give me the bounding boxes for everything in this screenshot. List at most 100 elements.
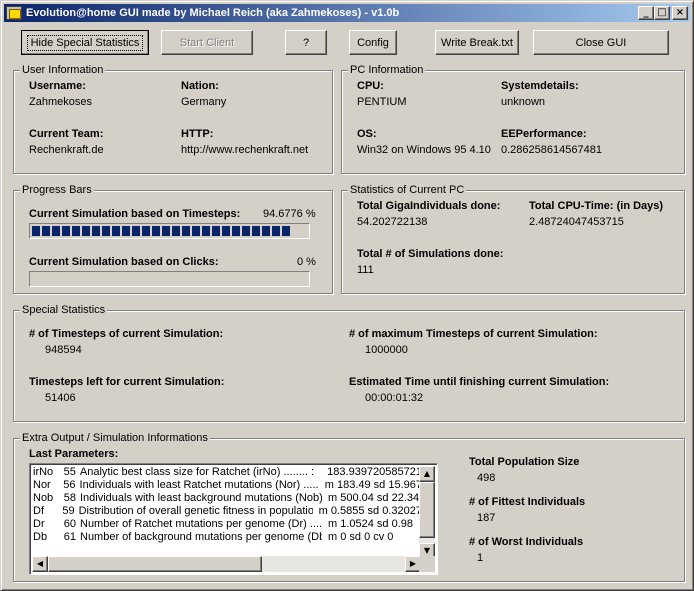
hide-special-statistics-button[interactable]: Hide Special Statistics (21, 30, 149, 55)
estimated-time-value: 00:00:01:32 (365, 392, 424, 404)
close-gui-label: Close GUI (575, 36, 627, 49)
list-item[interactable]: Db 61 Number of background mutations per g… (32, 531, 422, 544)
special-statistics-group: Special Statistics (13, 304, 685, 422)
progress-block (152, 226, 160, 236)
progress-block (222, 226, 230, 236)
progress-block (252, 226, 260, 236)
team-value: Rechenkraft.de (29, 144, 104, 156)
list-item[interactable]: Nob 58 Individuals with least background m… (32, 492, 422, 505)
worst-individuals-value: 1 (477, 552, 484, 564)
close-window-button[interactable]: × (672, 6, 688, 20)
cpu-value: PENTIUM (357, 96, 407, 108)
nation-label: Nation: (181, 80, 219, 92)
nation-value: Germany (181, 96, 227, 108)
clicks-progress-percent: 0 % (297, 256, 316, 268)
progress-block (82, 226, 90, 236)
extra-output-legend: Extra Output / Simulation Informations (20, 432, 210, 444)
param-code: Nob (33, 492, 54, 504)
worst-individuals-label: # of Worst Individuals (469, 536, 584, 548)
param-value: m 0.5855 sd 0.32027 (318, 505, 422, 517)
timesteps-current-label: # of Timesteps of current Simulation: (29, 328, 224, 340)
progress-block (52, 226, 60, 236)
param-number: 58 (63, 492, 76, 504)
pc-information-legend: PC Information (348, 64, 426, 76)
start-client-button[interactable]: Start Client (161, 30, 253, 55)
param-number: 59 (62, 505, 75, 517)
progress-block (182, 226, 190, 236)
progress-block (162, 226, 170, 236)
config-button[interactable]: Config (349, 30, 397, 55)
progress-block (212, 226, 220, 236)
timesteps-max-label: # of maximum Timesteps of current Simula… (349, 328, 598, 340)
vertical-scroll-thumb[interactable] (419, 482, 435, 538)
progress-bars-legend: Progress Bars (20, 184, 94, 196)
parameters-listbox[interactable]: irNo 55 Analytic best class size for Ratch… (29, 463, 438, 575)
app-icon[interactable] (6, 6, 22, 20)
http-value: http://www.rechenkraft.net (181, 144, 309, 156)
horizontal-scroll-thumb[interactable] (48, 556, 262, 572)
progress-block (32, 226, 40, 236)
progress-block (242, 226, 250, 236)
gigaindividuals-value: 54.202722138 (357, 216, 428, 228)
cpu-label: CPU: (357, 80, 384, 92)
help-label: ? (302, 36, 310, 49)
param-code: irNo (33, 466, 54, 478)
progress-block (62, 226, 70, 236)
systemdetails-value: unknown (501, 96, 546, 108)
param-number: 60 (63, 518, 76, 530)
param-number: 61 (63, 531, 76, 543)
param-value: m 1.0524 sd 0.98 (328, 518, 414, 530)
last-parameters-label: Last Parameters: (29, 448, 119, 460)
progress-block (262, 226, 270, 236)
vertical-scrollbar[interactable]: ▲ ▼ (419, 466, 435, 559)
config-label: Config (357, 36, 389, 49)
progress-block (172, 226, 180, 236)
progress-block (272, 226, 280, 236)
progress-block (102, 226, 110, 236)
timesteps-left-value: 51406 (45, 392, 76, 404)
param-code: Df (33, 505, 44, 517)
progress-block (192, 226, 200, 236)
list-item[interactable]: Dr 60 Number of Ratchet mutations per geno… (32, 518, 422, 531)
scroll-up-arrow-icon[interactable]: ▲ (419, 466, 435, 482)
param-number: 56 (63, 479, 76, 491)
parameters-list[interactable]: irNo 55 Analytic best class size for Ratch… (32, 466, 422, 559)
list-item[interactable]: Nor 56 Individuals with least Ratchet muta… (32, 479, 422, 492)
param-value: m 500.04 sd 22.34 (328, 492, 420, 504)
param-value: m 183.49 sd 15.967 (324, 479, 422, 491)
list-item[interactable]: irNo 55 Analytic best class size for Ratch… (32, 466, 422, 479)
user-information-legend: User Information (20, 64, 106, 76)
clicks-progress-bar (29, 271, 310, 287)
write-break-button[interactable]: Write Break.txt (435, 30, 519, 55)
maximize-button[interactable]: □ (654, 6, 670, 20)
progress-block (112, 226, 120, 236)
progress-block (72, 226, 80, 236)
param-code: Db (33, 531, 48, 543)
progress-block (132, 226, 140, 236)
systemdetails-label: Systemdetails: (501, 80, 579, 92)
param-code: Dr (33, 518, 45, 530)
param-code: Nor (33, 479, 51, 491)
http-label: HTTP: (181, 128, 214, 140)
list-item[interactable]: Df 59 Distribution of overall genetic fitn… (32, 505, 422, 518)
minimize-button[interactable]: _ (638, 6, 654, 20)
timesteps-current-value: 948594 (45, 344, 82, 356)
clicks-progress-fill (32, 274, 307, 284)
horizontal-scrollbar[interactable]: ◀ ▶ (32, 556, 421, 572)
title-bar[interactable]: Evolution@home GUI made by Michael Reich… (4, 4, 690, 22)
team-label: Current Team: (29, 128, 104, 140)
write-break-label: Write Break.txt (441, 36, 513, 49)
fittest-individuals-value: 187 (477, 512, 496, 524)
fittest-individuals-label: # of Fittest Individuals (469, 496, 586, 508)
param-description: Individuals with least background mutati… (80, 492, 322, 504)
param-number: 55 (63, 466, 76, 478)
os-label: OS: (357, 128, 377, 140)
username-label: Username: (29, 80, 86, 92)
progress-block (42, 226, 50, 236)
timesteps-progress-fill (32, 226, 307, 236)
param-description: Number of background mutations per genom… (80, 531, 322, 543)
help-button[interactable]: ? (285, 30, 327, 55)
scroll-left-arrow-icon[interactable]: ◀ (32, 556, 48, 572)
username-value: Zahmekoses (29, 96, 92, 108)
close-gui-button[interactable]: Close GUI (533, 30, 669, 55)
